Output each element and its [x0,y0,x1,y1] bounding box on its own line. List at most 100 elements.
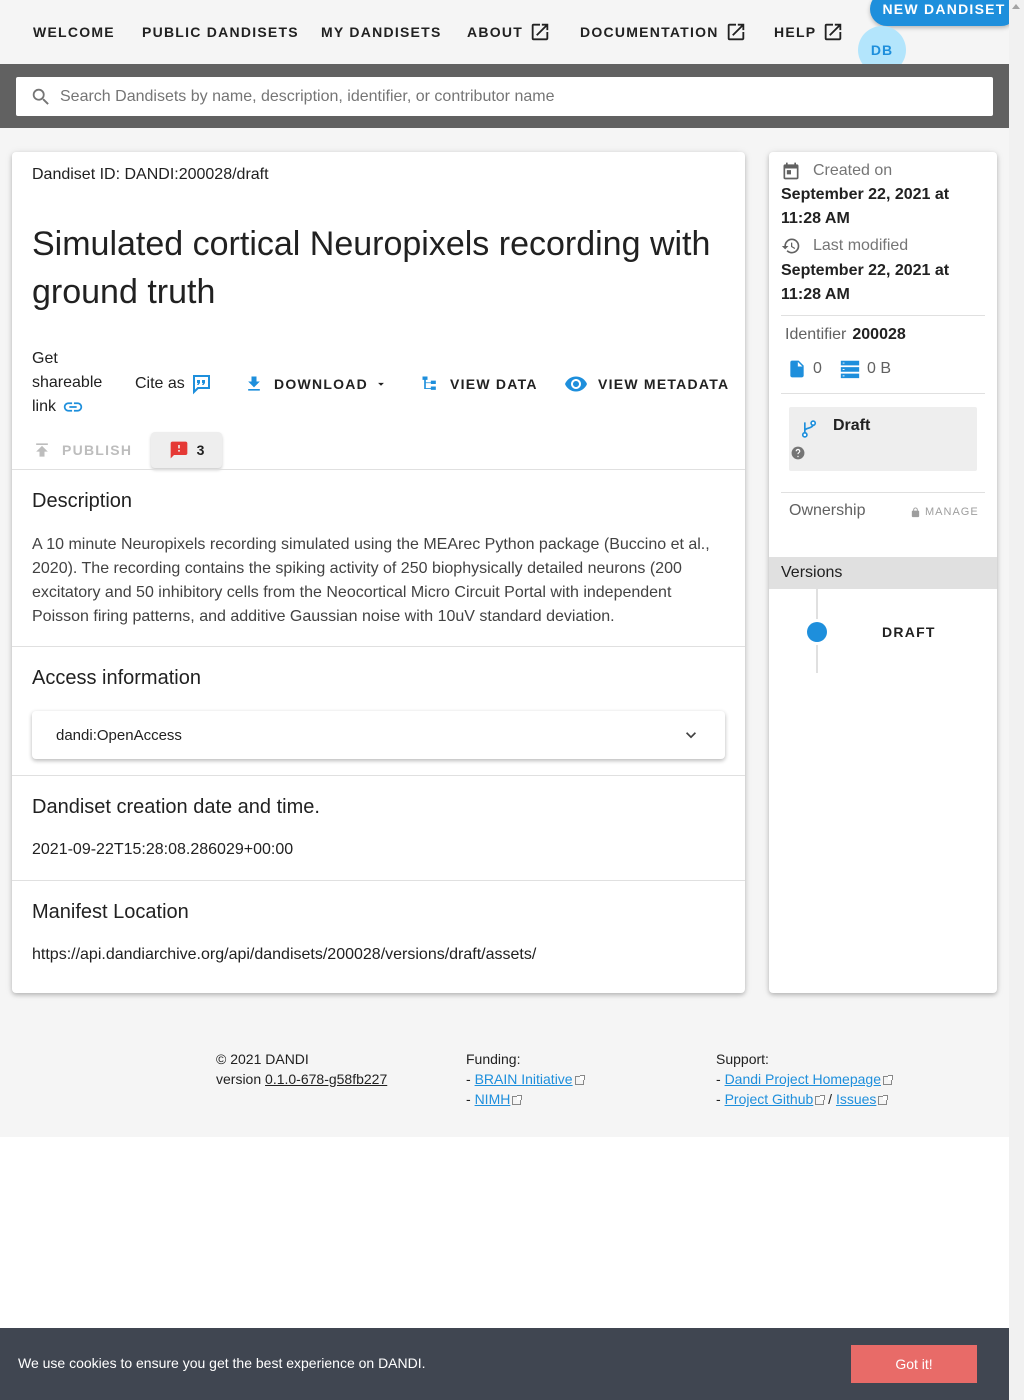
external-link-icon [574,1074,585,1085]
project-github-link[interactable]: Project Github [725,1091,814,1107]
search-icon [30,86,52,108]
access-expansion-panel[interactable]: dandi:OpenAccess [32,711,725,759]
publish-label: PUBLISH [62,442,133,458]
download-button[interactable]: DOWNLOAD [244,372,388,396]
file-count: 0 [787,358,822,380]
footer-funding: Funding: - BRAIN Initiative - NIMH [466,1049,585,1109]
nav-welcome[interactable]: WELCOME [33,20,115,44]
search-box[interactable] [16,77,993,116]
history-icon [781,236,801,256]
external-link-icon [878,1094,889,1105]
footer-support: Support: - Dandi Project Homepage - Proj… [716,1049,893,1109]
new-dandiset-label: NEW DANDISET [882,1,1006,17]
search-input[interactable] [60,87,960,106]
shareable-link-button[interactable]: Get shareable link [32,347,112,419]
created-label: Created on [813,162,893,179]
divider [781,492,985,493]
file-count-value: 0 [813,360,822,377]
cite-as-button[interactable]: Cite as [135,372,213,396]
publish-button[interactable]: PUBLISH [32,438,132,462]
draft-label: Draft [833,417,871,434]
manage-owners-button[interactable]: MANAGE [910,506,979,518]
new-dandiset-button[interactable]: NEW DANDISET [870,0,1018,26]
database-icon [839,358,861,380]
manage-label: MANAGE [925,506,979,518]
alert-icon [169,440,189,460]
nav-my-dandisets[interactable]: MY DANDISETS [321,20,442,44]
open-in-new-icon [725,21,747,43]
nav-about[interactable]: ABOUT [467,20,551,44]
external-link-icon [512,1094,523,1105]
search-bar [0,64,1009,128]
ownership-label: Ownership [789,502,866,519]
divider [12,775,745,776]
publish-icon [32,440,52,460]
error-count: 3 [196,442,205,458]
nav-about-label: ABOUT [467,24,524,40]
cookie-accept-button[interactable]: Got it! [851,1345,977,1383]
scroll-up-arrow-icon[interactable] [1012,4,1020,9]
dandiset-id: Dandiset ID: DANDI:200028/draft [32,166,269,183]
link-icon [62,396,84,418]
size-value: 0 B [867,360,892,377]
help-circle-icon[interactable] [791,446,805,460]
cookie-accept-label: Got it! [895,1356,933,1372]
divider [12,646,745,647]
divider [12,469,745,470]
download-icon [244,374,264,394]
view-data-label: VIEW DATA [450,376,538,392]
manifest-heading: Manifest Location [32,901,189,923]
scrollbar[interactable] [1009,0,1024,1400]
dandiset-side-card: Created on September 22, 2021 at 11:28 A… [769,152,997,993]
access-heading: Access information [32,667,201,689]
nav-documentation[interactable]: DOCUMENTATION [580,20,747,44]
view-data-button[interactable]: VIEW DATA [420,372,538,396]
nav-help[interactable]: HELP [774,20,844,44]
creation-value: 2021-09-22T15:28:08.286029+00:00 [32,841,294,858]
brain-initiative-link[interactable]: BRAIN Initiative [475,1071,573,1087]
description-heading: Description [32,490,133,512]
dandiset-size: 0 B [839,358,891,380]
footer-copyright: © 2021 DANDI version 0.1.0-678-g58fb227 [216,1049,387,1089]
file-icon [787,358,807,380]
version-dot [807,622,827,642]
view-metadata-button[interactable]: VIEW METADATA [564,372,729,396]
caret-down-icon [374,377,388,391]
modified-label: Last modified [813,237,909,254]
open-in-new-icon [529,21,551,43]
nimh-link[interactable]: NIMH [475,1091,511,1107]
download-label: DOWNLOAD [274,376,368,392]
dandi-homepage-link[interactable]: Dandi Project Homepage [725,1071,881,1087]
file-tree-icon [420,374,440,394]
created-row: Created on [781,160,892,182]
nav-welcome-label: WELCOME [33,24,115,40]
view-metadata-label: VIEW METADATA [598,376,730,392]
issues-link[interactable]: Issues [836,1091,876,1107]
external-link-icon [815,1094,826,1105]
nav-public-dandisets[interactable]: PUBLIC DANDISETS [142,20,299,44]
version-draft-button[interactable]: DRAFT [882,624,936,640]
modified-row: Last modified [781,236,908,256]
open-in-new-icon [822,21,844,43]
divider [12,880,745,881]
dandiset-main-card: Dandiset ID: DANDI:200028/draft Simulate… [12,152,745,993]
creation-heading: Dandiset creation date and time. [32,796,320,818]
version-link[interactable]: 0.1.0-678-g58fb227 [265,1071,387,1087]
validation-errors-button[interactable]: 3 [151,432,222,468]
cookie-text: We use cookies to ensure you get the bes… [18,1355,426,1371]
description-text: A 10 minute Neuropixels recording simula… [32,536,710,625]
access-value: dandi:OpenAccess [56,726,182,744]
nav-documentation-label: DOCUMENTATION [580,24,719,40]
modified-value: September 22, 2021 at 11:28 AM [781,262,950,303]
format-quote-icon [189,372,213,396]
copyright-text: © 2021 DANDI [216,1051,309,1067]
nav-public-dandisets-label: PUBLIC DANDISETS [142,24,299,40]
eye-icon [564,372,588,396]
version-prefix: version [216,1071,262,1087]
dandiset-title: Simulated cortical Neuropixels recording… [32,225,711,311]
identifier-value: 200028 [852,326,906,343]
identifier-label: Identifier [785,326,847,343]
calendar-icon [781,160,801,182]
versions-heading: Versions [769,557,997,589]
chevron-down-icon [681,725,701,745]
